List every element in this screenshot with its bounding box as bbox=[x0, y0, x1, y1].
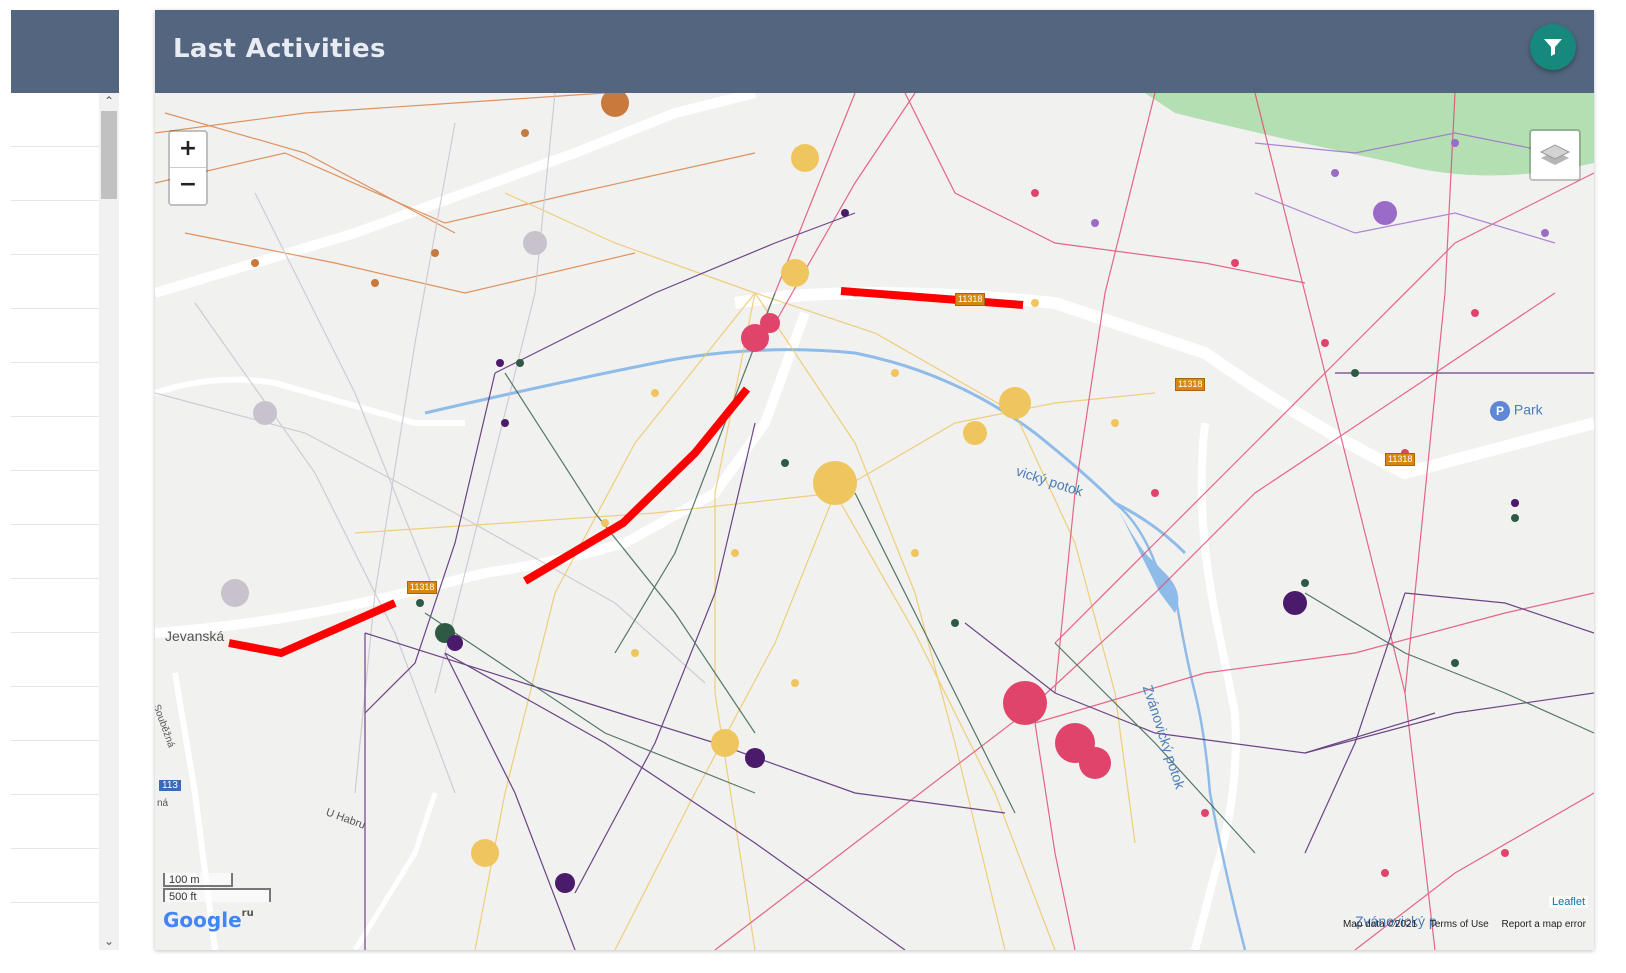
road-number-badge: 11318 bbox=[955, 293, 986, 306]
filter-icon bbox=[1544, 39, 1562, 56]
scroll-up-icon[interactable]: ⌃ bbox=[99, 93, 119, 110]
list-item[interactable] bbox=[11, 633, 99, 687]
list-item[interactable] bbox=[11, 147, 99, 201]
zoom-in-button[interactable]: + bbox=[170, 132, 206, 168]
google-logo-text: Google bbox=[163, 908, 242, 932]
list-item[interactable] bbox=[11, 255, 99, 309]
list-item[interactable] bbox=[11, 849, 99, 903]
logo-suffix: ru bbox=[241, 908, 254, 919]
map-data-text: Map data ©2021 bbox=[1342, 919, 1418, 930]
list-item[interactable] bbox=[11, 93, 99, 147]
list-item[interactable] bbox=[11, 741, 99, 795]
scroll-thumb[interactable] bbox=[101, 111, 117, 199]
zoom-out-button[interactable]: − bbox=[170, 168, 206, 203]
left-list bbox=[11, 93, 99, 950]
highway-badge: 113 bbox=[159, 780, 181, 791]
list-item[interactable] bbox=[11, 471, 99, 525]
terms-link[interactable]: Terms of Use bbox=[1430, 919, 1489, 930]
leaflet-link[interactable]: Leaflet bbox=[1548, 896, 1588, 908]
road-number-badge: 11318 bbox=[1385, 453, 1416, 466]
road-number-badge: 11318 bbox=[1175, 378, 1206, 391]
scrollbar[interactable]: ⌃ ⌄ bbox=[99, 93, 119, 950]
last-activities-card: Last Activities Jevanská Souběžná U Habr… bbox=[155, 10, 1594, 950]
partial-label: ná bbox=[157, 798, 169, 809]
left-panel-header bbox=[11, 10, 119, 93]
list-item[interactable] bbox=[11, 201, 99, 255]
street-label-jevanska: Jevanská bbox=[165, 628, 225, 644]
left-panel: ⌃ ⌄ bbox=[11, 10, 119, 950]
road-number-badge: 11318 bbox=[407, 581, 438, 594]
google-logo: Googleru bbox=[163, 908, 254, 932]
scroll-down-icon[interactable]: ⌄ bbox=[99, 933, 119, 950]
list-item[interactable] bbox=[11, 309, 99, 363]
map-base-layer bbox=[155, 93, 1594, 950]
map-view[interactable]: Jevanská Souběžná U Habru vický potok Zv… bbox=[155, 93, 1594, 950]
park-label: Park bbox=[1513, 401, 1543, 418]
list-item[interactable] bbox=[11, 687, 99, 741]
park-poi[interactable]: P Park bbox=[1490, 401, 1543, 421]
card-title: Last Activities bbox=[173, 34, 386, 64]
map-attribution: Map data ©2021 Terms of Use Report a map… bbox=[1333, 919, 1586, 930]
card-header: Last Activities bbox=[155, 10, 1594, 93]
layers-button[interactable] bbox=[1529, 129, 1581, 181]
report-error-link[interactable]: Report a map error bbox=[1502, 919, 1586, 930]
filter-button[interactable] bbox=[1530, 24, 1576, 70]
zoom-control: + − bbox=[168, 130, 208, 206]
scale-feet: 500 ft bbox=[163, 888, 271, 903]
layers-icon bbox=[1539, 144, 1571, 165]
list-item[interactable] bbox=[11, 525, 99, 579]
map-scale: 100 m 500 ft bbox=[163, 873, 271, 903]
list-item[interactable] bbox=[11, 363, 99, 417]
list-item[interactable] bbox=[11, 795, 99, 849]
list-item[interactable] bbox=[11, 417, 99, 471]
scale-meters: 100 m bbox=[163, 873, 233, 887]
park-icon: P bbox=[1490, 401, 1510, 421]
list-item[interactable] bbox=[11, 579, 99, 633]
